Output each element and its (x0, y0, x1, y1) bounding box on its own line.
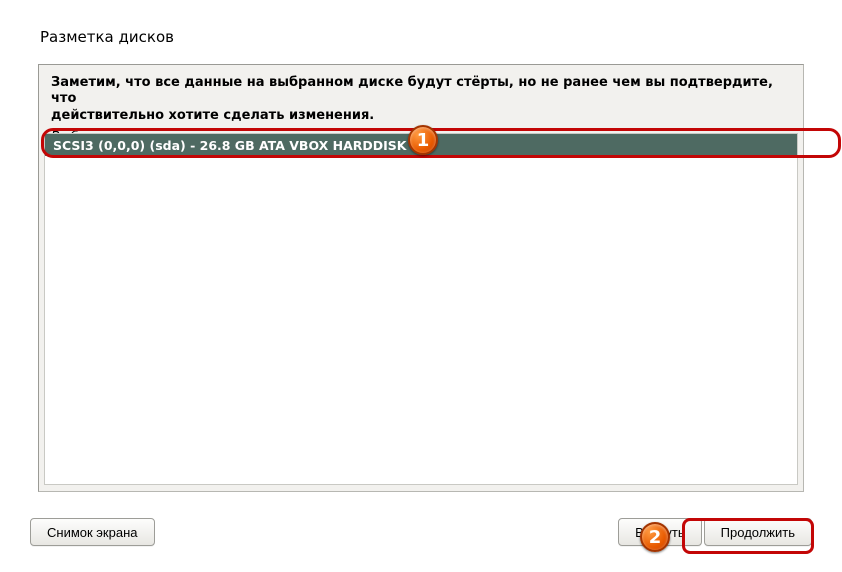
screenshot-button[interactable]: Снимок экрана (30, 518, 155, 546)
disk-label: SCSI3 (0,0,0) (sda) - 26.8 GB ATA VBOX H… (53, 138, 406, 153)
disk-row-sda[interactable]: SCSI3 (0,0,0) (sda) - 26.8 GB ATA VBOX H… (45, 134, 797, 156)
warning-line-1: Заметим, что все данные на выбранном дис… (51, 75, 773, 106)
right-button-group: Вернуть Продолжить (618, 518, 812, 546)
main-panel: Заметим, что все данные на выбранном дис… (38, 64, 804, 492)
page-title: Разметка дисков (0, 0, 842, 54)
back-button[interactable]: Вернуть (618, 518, 702, 546)
continue-button[interactable]: Продолжить (704, 518, 812, 546)
disk-list: SCSI3 (0,0,0) (sda) - 26.8 GB ATA VBOX H… (44, 133, 798, 485)
partition-wizard-window: Разметка дисков Заметим, что все данные … (0, 0, 842, 572)
warning-text: Заметим, что все данные на выбранном дис… (39, 65, 803, 128)
button-bar: Снимок экрана Вернуть Продолжить (30, 518, 812, 550)
warning-line-2: действительно хотите сделать изменения. (51, 108, 374, 123)
